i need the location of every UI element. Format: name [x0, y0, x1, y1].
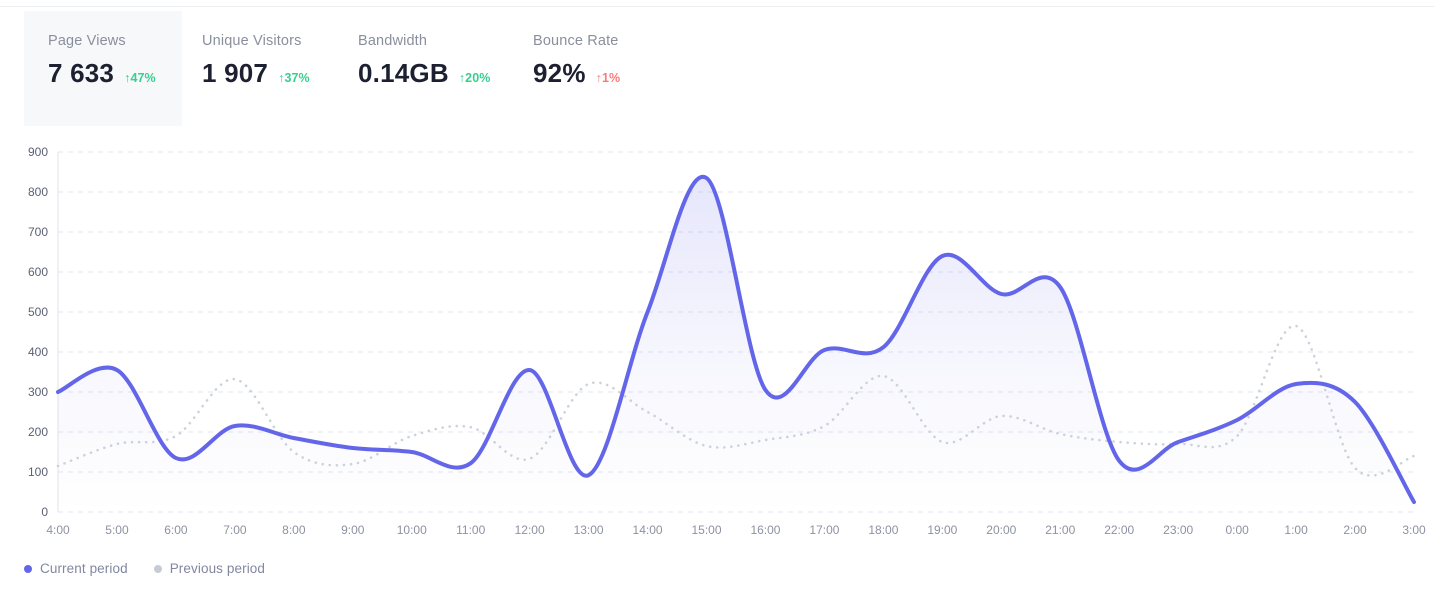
- current-period-area: [58, 176, 1414, 512]
- x-tick-label: 4:00: [46, 523, 70, 537]
- stat-delta-value: 37%: [284, 71, 310, 85]
- x-tick-label: 17:00: [809, 523, 839, 537]
- y-tick-label: 100: [28, 465, 48, 479]
- x-tick-label: 11:00: [456, 523, 485, 537]
- y-tick-label: 600: [28, 265, 48, 279]
- y-tick-label: 800: [28, 185, 48, 199]
- stats-strip: Page Views 7 633 ↑47% Unique Visitors 1 …: [24, 11, 690, 126]
- y-tick-label: 300: [28, 385, 48, 399]
- stat-value: 7 633: [48, 58, 115, 88]
- stat-delta-down-icon-label: ↑1%: [596, 71, 621, 85]
- stat-delta-up-icon-label: ↑37%: [278, 71, 310, 85]
- legend-dot-icon: [24, 564, 32, 573]
- stat-row: 7 633 ↑47%: [48, 58, 182, 88]
- x-tick-label: 19:00: [927, 523, 957, 537]
- stat-value: 92%: [533, 58, 586, 88]
- y-tick-label: 400: [28, 345, 48, 359]
- y-tick-label: 0: [41, 505, 48, 519]
- stat-value: 0.14GB: [358, 58, 449, 88]
- stat-card-unique-visitors[interactable]: Unique Visitors 1 907 ↑37%: [182, 11, 340, 126]
- chart-canvas[interactable]: 0 100 200 300 400 500 600 700 800 900 4:00 5:00 6:0…: [0, 140, 1434, 540]
- y-tick-label: 700: [28, 225, 48, 239]
- x-tick-label: 3:00: [1402, 523, 1426, 537]
- stat-label: Bounce Rate: [533, 33, 619, 49]
- x-tick-label: 14:00: [633, 523, 663, 537]
- analytics-dashboard: Page Views 7 633 ↑47% Unique Visitors 1 …: [0, 0, 1434, 606]
- stat-delta-up-icon-label: ↑20%: [459, 71, 491, 85]
- x-tick-label: 8:00: [282, 523, 306, 537]
- x-tick-label: 1:00: [1284, 523, 1308, 537]
- x-tick-label: 7:00: [223, 523, 247, 537]
- stat-delta-up-icon-label: ↑47%: [124, 71, 156, 85]
- x-tick-label: 0:00: [1225, 523, 1249, 537]
- x-tick-label: 9:00: [341, 523, 365, 537]
- x-tick-label: 23:00: [1163, 523, 1193, 537]
- stat-card-bandwidth[interactable]: Bandwidth 0.14GB ↑20%: [340, 11, 515, 126]
- stat-delta-value: 47%: [130, 71, 156, 85]
- legend-label: Previous period: [169, 561, 266, 576]
- stat-label: Unique Visitors: [202, 33, 302, 49]
- stat-label: Page Views: [48, 33, 126, 49]
- stat-delta-value: 1%: [602, 71, 621, 85]
- stat-delta-value: 20%: [465, 71, 491, 85]
- y-tick-label: 200: [28, 425, 48, 439]
- x-tick-label: 5:00: [105, 523, 129, 537]
- chart-y-axis: 0 100 200 300 400 500 600 700 800 900: [28, 145, 59, 519]
- x-tick-label: 21:00: [1045, 523, 1075, 537]
- stat-row: 1 907 ↑37%: [202, 58, 340, 88]
- x-tick-label: 6:00: [164, 523, 188, 537]
- legend-dot-icon: [153, 564, 162, 573]
- stat-label: Bandwidth: [358, 33, 428, 49]
- stat-value: 1 907: [202, 58, 269, 88]
- x-tick-label: 20:00: [986, 523, 1016, 537]
- x-tick-label: 10:00: [397, 523, 427, 537]
- stat-row: 92% ↑1%: [533, 58, 690, 88]
- y-tick-label: 500: [28, 305, 48, 319]
- x-tick-label: 22:00: [1104, 523, 1134, 537]
- chart-x-axis: 4:00 5:00 6:00 7:00 8:00 9:00 10:00 11:00 12:00 1…: [46, 523, 1426, 537]
- traffic-chart[interactable]: 0 100 200 300 400 500 600 700 800 900 4:00 5:00 6:0…: [0, 140, 1434, 540]
- stat-card-page-views[interactable]: Page Views 7 633 ↑47%: [24, 11, 182, 126]
- legend-label: Current period: [40, 561, 128, 576]
- x-tick-label: 13:00: [574, 523, 604, 537]
- top-divider: [0, 6, 1434, 7]
- x-tick-label: 18:00: [868, 523, 898, 537]
- stat-card-bounce-rate[interactable]: Bounce Rate 92% ↑1%: [515, 11, 690, 126]
- legend-item-previous-period[interactable]: Previous period: [153, 561, 266, 576]
- chart-legend: Current period Previous period: [24, 561, 265, 576]
- x-tick-label: 16:00: [750, 523, 780, 537]
- y-tick-label: 900: [28, 145, 48, 159]
- legend-item-current-period[interactable]: Current period: [24, 561, 128, 576]
- x-tick-label: 12:00: [515, 523, 545, 537]
- x-tick-label: 15:00: [692, 523, 722, 537]
- stat-row: 0.14GB ↑20%: [358, 58, 515, 88]
- x-tick-label: 2:00: [1343, 523, 1367, 537]
